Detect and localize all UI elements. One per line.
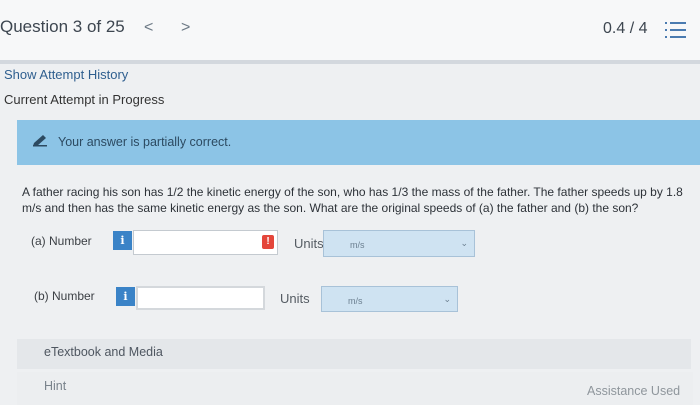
chevron-down-icon: ⌄ bbox=[443, 294, 451, 304]
next-question-button[interactable]: > bbox=[181, 19, 190, 37]
score-display: 0.4 / 4 bbox=[603, 20, 648, 37]
previous-question-button[interactable]: < bbox=[144, 19, 153, 37]
alert-icon: ! bbox=[262, 235, 274, 249]
part-b-units-label: Units bbox=[280, 291, 310, 306]
part-a-units-label: Units bbox=[294, 236, 324, 251]
pencil-icon bbox=[32, 133, 48, 147]
part-b-units-select[interactable]: m/s ⌄ bbox=[321, 286, 458, 312]
part-a-units-value: m/s bbox=[350, 240, 365, 250]
feedback-text: Your answer is partially correct. bbox=[58, 135, 232, 149]
show-attempt-history-link[interactable]: Show Attempt History bbox=[4, 67, 128, 82]
chevron-right-icon: > bbox=[181, 19, 191, 36]
etextbook-link[interactable]: eTextbook and Media bbox=[44, 345, 163, 359]
part-b-units-value: m/s bbox=[348, 296, 363, 306]
info-icon[interactable]: i bbox=[113, 231, 132, 250]
part-a-units-select[interactable]: m/s ⌄ bbox=[323, 230, 475, 257]
chevron-down-icon: ⌄ bbox=[460, 238, 468, 248]
question-counter: Question 3 of 25 bbox=[0, 17, 125, 36]
current-attempt-label: Current Attempt in Progress bbox=[4, 92, 165, 107]
part-a-label: (a) Number bbox=[31, 234, 92, 248]
info-icon[interactable]: i bbox=[116, 287, 135, 306]
hint-link[interactable]: Hint bbox=[44, 379, 66, 393]
assistance-used-label: Assistance Used bbox=[587, 384, 681, 398]
part-b-label: (b) Number bbox=[34, 289, 95, 303]
part-b-number-input[interactable] bbox=[136, 286, 265, 310]
list-icon bbox=[665, 22, 686, 38]
chevron-left-icon: < bbox=[144, 19, 154, 36]
question-text: A father racing his son has 1/2 the kine… bbox=[22, 185, 683, 215]
question-list-button[interactable] bbox=[664, 20, 688, 40]
part-a-number-input[interactable] bbox=[133, 230, 278, 255]
